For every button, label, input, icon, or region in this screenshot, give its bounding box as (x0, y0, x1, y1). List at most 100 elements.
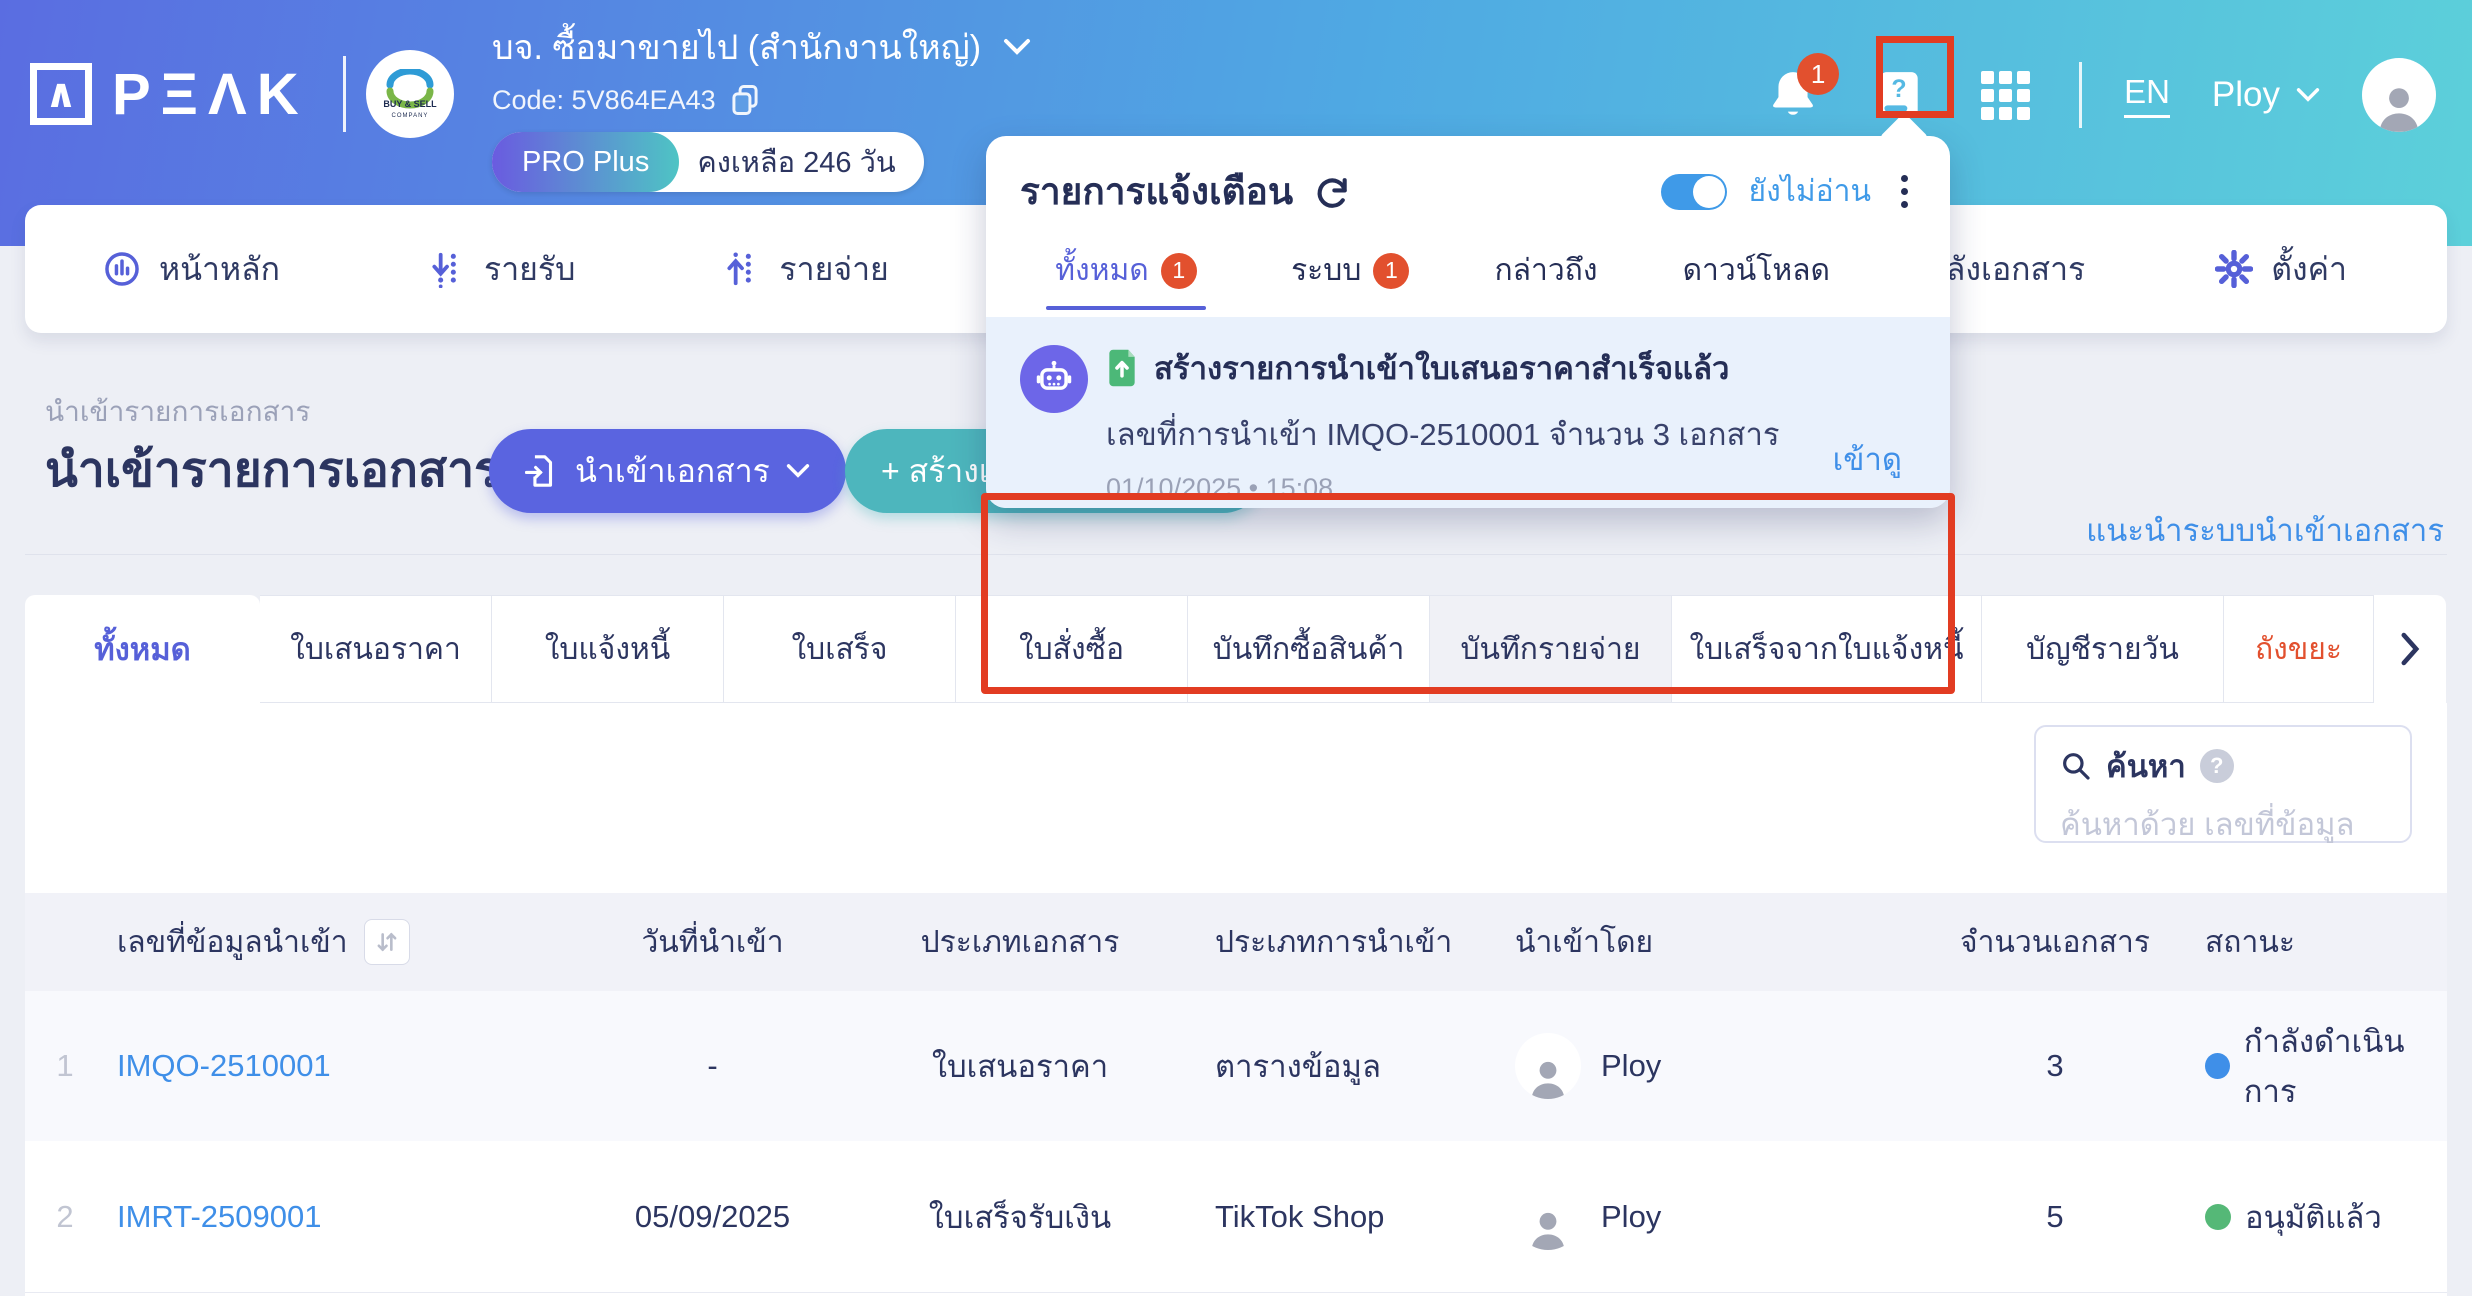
robot-icon (1036, 360, 1072, 390)
create-button-label: + สร้างเ (881, 452, 990, 489)
notif-tab-badge: 1 (1373, 252, 1410, 289)
notification-item[interactable]: สร้างรายการนำเข้าใบเสนอราคาสำเร็จแล้ว เล… (981, 317, 1955, 694)
peak-logo-text: PΞΛK (112, 61, 309, 127)
avatar[interactable] (2362, 58, 2436, 132)
sort-button[interactable] (363, 919, 410, 965)
org-badge-line2: COMPANY (391, 113, 429, 119)
grid-icon (1980, 70, 2030, 120)
col-doc-count: จำนวนเอกสาร (1960, 925, 2150, 959)
notification-title: สร้างรายการนำเข้าใบเสนอราคาสำเร็จแล้ว (1154, 351, 1730, 386)
refresh-button[interactable] (1313, 173, 1351, 211)
plan-remaining: คงเหลือ 246 วัน (697, 147, 896, 179)
notif-tab-label: ทั้งหมด (1055, 254, 1149, 287)
tab-trash[interactable]: ถังขยะ (2224, 595, 2374, 703)
col-import-number: เลขที่ข้อมูลนำเข้า (117, 925, 348, 959)
company-block: บจ. ซื้อมาขายไป (สำนักงานใหญ่) Code: 5V8… (492, 20, 1031, 192)
import-date: - (707, 1048, 718, 1083)
nav-item-home[interactable]: หน้าหลัก (103, 244, 280, 295)
status-dot (2205, 1053, 2230, 1079)
robot-avatar (1020, 345, 1088, 413)
table-row[interactable]: 2 IMRT-2509001 05/09/2025 ใบเสร็จรับเงิน… (25, 1141, 2447, 1293)
search-label: ค้นหา (2106, 749, 2186, 784)
nav-item-income[interactable]: รายรับ (428, 244, 575, 295)
notif-tab-mentions[interactable]: กล่าวถึง (1494, 247, 1597, 294)
notification-timestamp: 01/10/2025 • 15:08 (1106, 473, 1334, 503)
tab-purchase-order[interactable]: ใบสั่งซื้อ (956, 595, 1188, 703)
tab-journal[interactable]: บัญชีรายวัน (1982, 595, 2224, 703)
notif-tab-downloads[interactable]: ดาวน์โหลด (1683, 247, 1830, 294)
import-list-card: ค้นหา ? ค้นหาด้วย เลขที่ข้อมูล เลขที่ข้อ… (25, 703, 2447, 1296)
peak-logo[interactable]: ∧ PΞΛK (30, 56, 346, 132)
peak-logo-mark: ∧ (30, 63, 92, 125)
panel-menu-button[interactable] (1893, 171, 1916, 212)
notifications-button[interactable]: 1 (1761, 53, 1840, 127)
apps-grid-button[interactable] (1973, 63, 2037, 127)
view-notification-link[interactable]: เข้าดู (1833, 434, 1902, 484)
imported-by: Ploy (1601, 1198, 1662, 1234)
tabs-scroll-right-button[interactable] (2374, 595, 2446, 703)
notification-count-badge: 1 (1797, 53, 1840, 95)
active-tab-underline (1046, 306, 1206, 310)
person-icon (1531, 1061, 1565, 1099)
nav-label: ตั้งค่า (2271, 250, 2347, 287)
import-type: ตารางข้อมูล (1215, 1049, 1381, 1084)
notification-description: เลขที่การนำเข้า IMQO-2510001 จำนวน 3 เอก… (1106, 417, 1780, 452)
tab-invoice[interactable]: ใบแจ้งหนี้ (492, 595, 724, 703)
col-status: สถานะ (2205, 925, 2295, 959)
row-number: 2 (56, 1198, 74, 1234)
notification-tabs: ทั้งหมด 1 ระบบ 1 กล่าวถึง ดาวน์โหลด (986, 221, 1950, 310)
notif-tab-label: ระบบ (1291, 254, 1362, 287)
notif-tab-system[interactable]: ระบบ 1 (1291, 247, 1410, 294)
notifications-panel: รายการแจ้งเตือน ยังไม่อ่าน ทั้งหมด 1 ระบ… (981, 112, 1955, 694)
table-row[interactable]: 1 IMQO-2510001 - ใบเสนอราคา ตารางข้อมูล … (25, 991, 2447, 1141)
company-name[interactable]: บจ. ซื้อมาขายไป (สำนักงานใหญ่) (492, 20, 981, 74)
nav-item-settings[interactable]: ตั้งค่า (2215, 244, 2347, 295)
copy-icon[interactable] (730, 84, 760, 116)
search-icon (2063, 753, 2090, 780)
nav-item-expense[interactable]: รายจ่าย (723, 244, 889, 295)
import-type: TikTok Shop (1215, 1198, 1385, 1234)
guide-link[interactable]: แนะนำระบบนำเข้าเอกสาร (2086, 505, 2444, 555)
import-documents-label: นำเข้าเอกสาร (575, 452, 770, 489)
nav-label: รายจ่าย (779, 250, 889, 287)
table-header: เลขที่ข้อมูลนำเข้า วันที่นำเข้า ประเภทเอ… (25, 893, 2447, 991)
header-divider (2079, 62, 2083, 128)
unread-toggle[interactable] (1660, 173, 1727, 210)
company-code: Code: 5V864EA43 (492, 84, 716, 115)
notif-tab-label: ดาวน์โหลด (1682, 254, 1830, 287)
tab-quotation[interactable]: ใบเสนอราคา (260, 595, 492, 703)
file-upload-icon (1109, 349, 1135, 387)
page-title: นำเข้ารายการเอกสาร (45, 444, 500, 497)
import-documents-button[interactable]: นำเข้าเอกสาร (489, 429, 846, 513)
user-menu[interactable]: Ploy (2212, 75, 2320, 115)
tab-all[interactable]: ทั้งหมด (25, 595, 260, 703)
notif-tab-all[interactable]: ทั้งหมด 1 (1046, 247, 1206, 310)
tab-receipt[interactable]: ใบเสร็จ (724, 595, 956, 703)
doc-type: ใบเสนอราคา (931, 1049, 1109, 1084)
notif-tab-badge: 1 (1160, 252, 1197, 289)
company-logo[interactable]: BUY & SELL COMPANY (366, 50, 454, 138)
org-badge-line1: BUY & SELL (383, 99, 437, 109)
import-number-link[interactable]: IMQO-2510001 (117, 1048, 331, 1084)
search-input[interactable]: ค้นหาด้วย เลขที่ข้อมูล (2060, 799, 2386, 849)
search-box[interactable]: ค้นหา ? ค้นหาด้วย เลขที่ข้อมูล (2034, 725, 2412, 843)
col-doc-type: ประเภทเอกสาร (920, 925, 1120, 959)
page: ∧ PΞΛK BUY & SELL COMPANY บจ. ซื้อมาขายไ… (0, 0, 2472, 1296)
chevron-down-icon[interactable] (1003, 38, 1031, 56)
document-tabs: ทั้งหมด ใบเสนอราคา ใบแจ้งหนี้ ใบเสร็จ ใบ… (25, 595, 2446, 703)
search-help-icon[interactable]: ? (2199, 749, 2234, 783)
import-number-link[interactable]: IMRT-2509001 (117, 1199, 322, 1235)
plan-badge: PRO Plus (492, 132, 680, 192)
expense-icon (727, 252, 752, 286)
col-import-type: ประเภทการนำเข้า (1215, 925, 1453, 959)
tab-receipt-from-invoice[interactable]: ใบเสร็จจากใบแจ้งหนี้ (1672, 595, 1982, 703)
user-avatar (1515, 1033, 1581, 1099)
help-book-icon: ? (1880, 72, 1918, 118)
imported-by: Ploy (1601, 1048, 1662, 1083)
person-icon (2379, 88, 2419, 132)
doc-count: 5 (2046, 1198, 2064, 1234)
tab-expense-record[interactable]: บันทึกรายจ่าย (1430, 595, 1672, 703)
tab-purchase-record[interactable]: บันทึกซื้อสินค้า (1188, 595, 1430, 703)
row-number: 1 (56, 1048, 74, 1083)
language-switcher[interactable]: EN (2124, 73, 2170, 118)
